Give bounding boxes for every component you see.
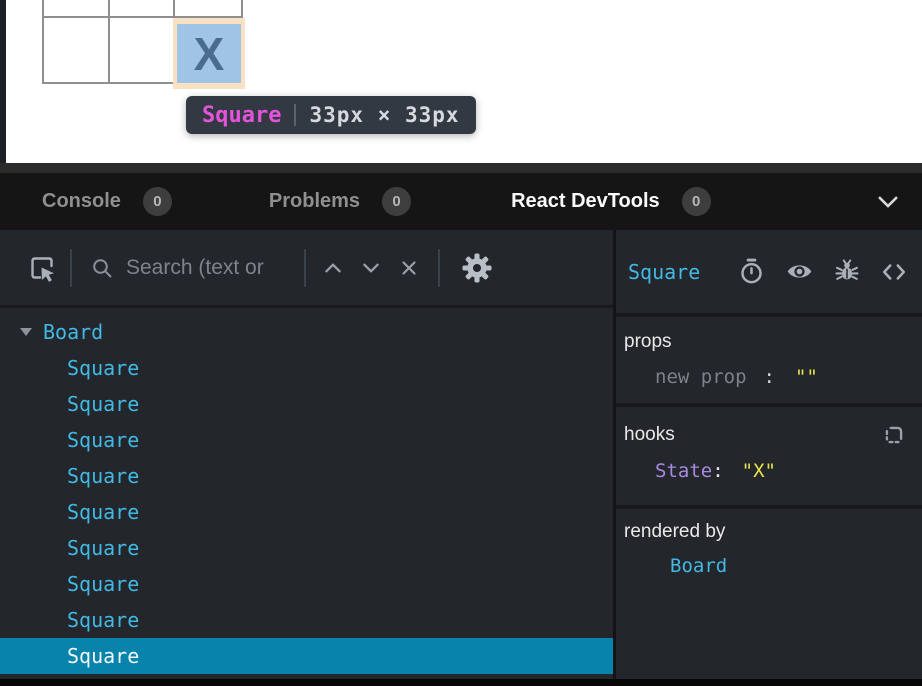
new-prop-key-input[interactable]: new prop [655,366,747,388]
tree-item-label: Square [67,500,139,524]
search-input[interactable] [126,256,294,280]
browser-viewport: X Square 33px × 33px [0,0,922,163]
tree-item-square[interactable]: Square [0,458,613,494]
tab-console-label: Console [42,190,121,213]
toolbar-divider [438,249,440,287]
hooks-title: hooks [624,424,675,446]
tree-item-label: Board [43,320,103,344]
board-square-highlighted[interactable]: X [177,24,241,83]
gear-icon[interactable] [462,253,492,283]
grid-line [42,0,44,84]
tree-item-square[interactable]: Square [0,386,613,422]
tree-item-square[interactable]: Square [0,566,613,602]
new-prop-value-input[interactable]: "" [795,366,818,388]
details-actions [738,258,908,285]
tree-item-label: Square [67,536,139,560]
tree-item-label: Square [67,428,139,452]
chevron-down-icon[interactable] [876,195,900,209]
component-tree: Board Square Square Square Square Square… [0,308,613,679]
rendered-by-board-link[interactable]: Board [670,555,727,577]
tree-item-label: Square [67,644,139,668]
props-title: props [624,331,672,353]
screen: X Square 33px × 33px Console 0 Problems … [0,0,922,686]
components-tree-pane: Board Square Square Square Square Square… [0,230,613,679]
tab-console[interactable]: Console 0 [42,187,172,216]
rendered-by-section: rendered by Board [616,509,922,679]
inspect-dom-eye-icon[interactable] [785,258,814,285]
hook-row: State : "X" [624,460,910,482]
tree-item-square[interactable]: Square [0,350,613,386]
props-section: props new prop : "" [616,317,922,403]
tree-item-square[interactable]: Square [0,602,613,638]
tab-problems[interactable]: Problems 0 [269,187,411,216]
view-source-icon[interactable] [880,259,908,285]
suspend-timer-icon[interactable] [738,258,765,285]
tab-problems-label: Problems [269,190,360,213]
window-bottom-edge [0,679,922,686]
hook-colon: : [712,460,723,482]
chevron-down-icon[interactable] [360,258,382,278]
prop-row: new prop : "" [624,366,910,388]
tab-react-devtools-label: React DevTools [511,190,660,213]
tree-item-square[interactable]: Square [0,422,613,458]
tooltip-component-name: Square [202,103,281,128]
hook-state-value-input[interactable]: "X" [742,460,776,482]
expand-chevron-icon[interactable] [20,328,32,336]
tree-item-label: Square [67,608,139,632]
tree-toolbar [0,230,613,308]
tooltip-dimensions: 33px × 33px [309,103,459,127]
tree-item-label: Square [67,356,139,380]
inspect-highlight-overlay: X [173,18,245,89]
tree-item-board[interactable]: Board [0,314,613,350]
chevron-up-icon[interactable] [322,258,344,278]
grid-line [108,0,110,84]
search-icon [90,256,114,280]
log-bug-icon[interactable] [834,258,860,285]
tree-item-square[interactable]: Square [0,530,613,566]
prop-colon: : [764,366,775,388]
tree-item-label: Square [67,392,139,416]
tab-console-badge: 0 [143,187,172,216]
devtools-tabbar: Console 0 Problems 0 React DevTools 0 [0,173,922,230]
tree-item-square[interactable]: Square [0,494,613,530]
panel-top-strip [0,163,922,173]
tab-problems-badge: 0 [382,187,411,216]
selected-component-name: Square [628,260,700,284]
toolbar-divider [304,249,306,287]
tree-item-label: Square [67,572,139,596]
details-header: Square [616,230,922,313]
clear-search-icon[interactable] [398,257,420,279]
tooltip-divider [294,104,296,126]
rendered-by-title: rendered by [624,521,725,542]
inspect-element-icon[interactable] [26,252,58,284]
component-details-pane: Square [616,230,922,679]
hooks-section: hooks State : "X" [616,407,922,505]
window-left-edge [0,0,6,163]
tab-react-devtools[interactable]: React DevTools 0 [511,187,711,216]
tree-item-square-selected[interactable]: Square [0,638,613,674]
hook-state-key: State [655,460,712,482]
tree-item-label: Square [67,464,139,488]
tab-react-devtools-badge: 0 [682,187,711,216]
toolbar-divider [70,249,72,287]
inspect-tooltip: Square 33px × 33px [186,96,476,134]
parse-hook-names-icon[interactable] [882,423,906,447]
react-devtools-panel: Board Square Square Square Square Square… [0,230,922,679]
square-value: X [194,31,225,77]
